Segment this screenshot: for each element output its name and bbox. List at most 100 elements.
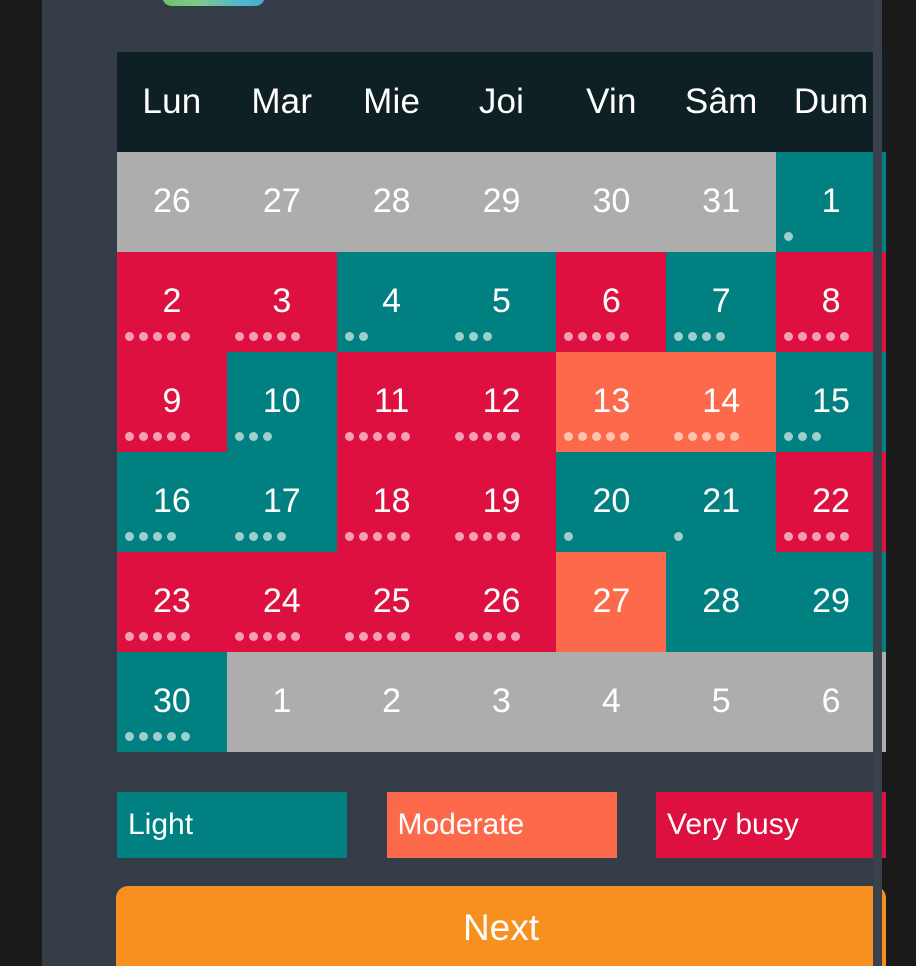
calendar-day-number: 29 [812, 582, 850, 620]
slot-dot [344, 532, 354, 541]
calendar-day-number: 6 [821, 682, 841, 720]
slot-dot [812, 332, 822, 341]
calendar-day-cell[interactable]: 15 [776, 352, 886, 452]
slot-dot [358, 532, 368, 541]
calendar-day-cell[interactable]: 13 [556, 352, 667, 452]
slot-dot [125, 732, 134, 741]
calendar-day-cell[interactable]: 23 [117, 552, 227, 652]
slot-dot [592, 432, 602, 441]
busyness-legend: Light Moderate Very busy [117, 792, 886, 858]
slot-dot [826, 532, 836, 541]
calendar-day-cell: 29 [446, 152, 557, 252]
calendar-day-cell[interactable]: 25 [336, 552, 447, 652]
next-button[interactable]: Next [116, 886, 886, 966]
calendar-day-slot-dots [125, 332, 190, 341]
calendar-day-cell[interactable]: 1 [776, 152, 886, 252]
slot-dot [153, 532, 162, 541]
calendar-day-cell[interactable]: 3 [226, 252, 337, 352]
calendar-day-cell[interactable]: 7 [666, 252, 777, 352]
calendar-day-number: 28 [702, 582, 741, 620]
slot-dot [386, 532, 396, 541]
calendar-day-slot-dots [454, 532, 520, 541]
calendar-day-number: 27 [592, 582, 631, 620]
calendar-day-cell[interactable]: 27 [556, 552, 667, 652]
slot-dot [564, 532, 574, 541]
slot-dot [153, 732, 162, 741]
calendar-weekday-header: Lun Mar Mie Joi Vin Sâm Dum [117, 52, 886, 152]
slot-dot [400, 632, 410, 641]
calendar-day-number: 10 [262, 382, 301, 420]
slot-dot [167, 632, 176, 641]
calendar-day-number: 21 [702, 482, 741, 520]
calendar-day-number: 16 [153, 482, 191, 520]
calendar-day-cell[interactable]: 11 [336, 352, 447, 452]
calendar-day-slot-dots [454, 632, 520, 641]
slot-dot [510, 532, 520, 541]
slot-dot [358, 432, 368, 441]
slot-dot [482, 632, 492, 641]
calendar-day-cell[interactable]: 24 [226, 552, 337, 652]
app-panel: Lun Mar Mie Joi Vin Sâm Dum 26 27 28 29 30 31… [42, 0, 886, 966]
calendar-day-cell[interactable]: 21 [666, 452, 777, 552]
slot-dot [826, 332, 836, 341]
calendar-day-cell: 30 [556, 152, 667, 252]
calendar-day-cell[interactable]: 26 [446, 552, 557, 652]
calendar-day-slot-dots [125, 532, 176, 541]
calendar-day-cell: 2 [336, 652, 447, 752]
calendar-day-cell[interactable]: 22 [776, 452, 886, 552]
slot-dot [400, 532, 410, 541]
calendar-day-slot-dots [125, 732, 190, 741]
calendar-day-cell[interactable]: 18 [336, 452, 447, 552]
calendar-day-slot-dots [234, 432, 272, 441]
slot-dot [620, 332, 630, 341]
calendar-day-number: 3 [492, 682, 511, 720]
calendar-day-number: 1 [821, 182, 841, 220]
calendar-day-slot-dots [564, 332, 630, 341]
slot-dot [798, 532, 808, 541]
weekday-label-mon: Lun [142, 82, 202, 121]
slot-dot [181, 332, 190, 341]
calendar-day-cell[interactable]: 29 [776, 552, 886, 652]
page-scrollbar-thumb[interactable] [873, 0, 882, 966]
slot-dot [234, 332, 244, 341]
slot-dot [784, 532, 794, 541]
slot-dot [262, 632, 272, 641]
slot-dot [181, 732, 190, 741]
calendar-day-number: 11 [373, 382, 410, 420]
page-scrollbar[interactable] [873, 0, 882, 966]
calendar-day-number: 26 [153, 182, 191, 220]
slot-dot [674, 432, 684, 441]
calendar-day-slot-dots [454, 432, 520, 441]
progress-pill [162, 0, 265, 6]
calendar-day-slot-dots [784, 232, 794, 241]
calendar-day-cell[interactable]: 12 [446, 352, 557, 452]
slot-dot [702, 332, 712, 341]
calendar-day-number: 22 [812, 482, 850, 520]
slot-dot [688, 332, 698, 341]
calendar-day-cell[interactable]: 2 [117, 252, 227, 352]
slot-dot [125, 432, 134, 441]
slot-dot [248, 332, 258, 341]
calendar-day-cell[interactable]: 30 [117, 652, 227, 752]
calendar-day-cell[interactable]: 6 [556, 252, 667, 352]
calendar-day-cell[interactable]: 19 [446, 452, 557, 552]
slot-dot [510, 632, 520, 641]
slot-dot [454, 632, 464, 641]
calendar-day-cell[interactable]: 14 [666, 352, 777, 452]
calendar-day-slot-dots [784, 332, 850, 341]
slot-dot [510, 432, 520, 441]
calendar-day-cell[interactable]: 16 [117, 452, 227, 552]
slot-dot [248, 432, 258, 441]
calendar-day-cell[interactable]: 10 [226, 352, 337, 452]
slot-dot [496, 432, 506, 441]
slot-dot [248, 532, 258, 541]
calendar-day-cell[interactable]: 17 [226, 452, 337, 552]
calendar-day-cell[interactable]: 20 [556, 452, 667, 552]
calendar-day-number: 19 [482, 482, 521, 520]
slot-dot [482, 432, 492, 441]
calendar-day-cell[interactable]: 9 [117, 352, 227, 452]
calendar-day-cell[interactable]: 8 [776, 252, 886, 352]
calendar-day-cell[interactable]: 28 [666, 552, 777, 652]
calendar-day-cell[interactable]: 4 [336, 252, 447, 352]
calendar-day-cell[interactable]: 5 [446, 252, 557, 352]
